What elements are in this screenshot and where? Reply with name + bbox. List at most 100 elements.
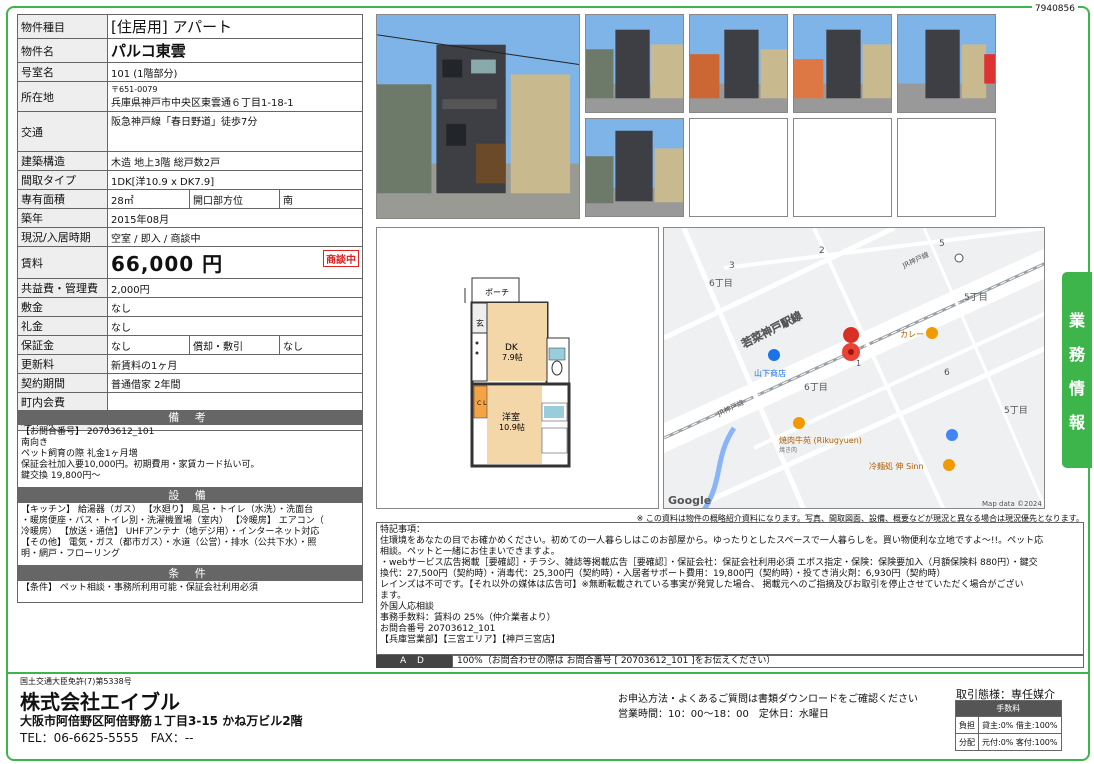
equipment-title: 設 備 (18, 489, 362, 503)
thumbnail-4[interactable] (897, 14, 996, 113)
name-label: 物件名 (17, 38, 108, 63)
map-shop-rikugyuen-sub: 焼き肉 (779, 446, 797, 454)
guarantee-value: なし (107, 335, 190, 355)
map-area-6chome-1: 6丁目 (709, 278, 733, 289)
equipment-text: 【キッチン】 給湯器（ガス） 【水廻り】 風呂・トイレ（水洗）・洗面台 ・暖房便… (21, 505, 324, 559)
conditions-title: 条 件 (18, 567, 362, 581)
name-value: パルコ東雲 (107, 38, 363, 63)
direction-label: 開口部方位 (189, 189, 280, 209)
document-id: 7940856 (1031, 4, 1078, 14)
renewal-value: 新賃料の1ヶ月 (107, 354, 363, 374)
layout-label: 間取タイプ (17, 170, 108, 190)
built-label: 築年 (17, 208, 108, 228)
fee-table: 手数料 負担 貸主:0% 借主:100% 分配 元付:0% 客付:100% (955, 700, 1062, 751)
contact-info: お申込方法・よくあるご質問は書類ダウンロードをご確認ください 営業時間：10：0… (618, 692, 918, 722)
room-label: 号室名 (17, 62, 108, 82)
side-tab-char: 業 (1068, 311, 1085, 330)
map-shop-yamashita: 山下商店 (754, 368, 786, 378)
side-tab-char: 務 (1068, 345, 1085, 364)
built-value: 2015年08月 (107, 208, 363, 228)
dk-size-label: 7.9帖 (502, 352, 523, 362)
address-label: 所在地 (17, 81, 108, 112)
key-money-value: なし (107, 316, 363, 336)
thumbnail-2[interactable] (689, 14, 788, 113)
thumbnail-image (794, 15, 891, 112)
thumbnail-empty-3 (897, 118, 996, 217)
ad-label: A D (376, 655, 452, 668)
thumbnail-3[interactable] (793, 14, 892, 113)
conditions-section: 条 件 【条件】 ペット相談・事務所利用可能・保証会社利用必須 (17, 566, 363, 603)
thumbnail-image (690, 15, 787, 112)
remarks-section: 備 考 【お問合番号】 20703612_101 南向き ペット飼育の際 礼金1… (17, 410, 363, 488)
map-number-6: 6 (944, 368, 950, 378)
common-fee-value: 2,000円 (107, 278, 363, 298)
transport-value: 阪急神戸線「春日野道」徒歩7分 (107, 111, 363, 152)
company-phone: TEL：06-6625-5555 FAX：-- (20, 731, 194, 745)
address-value: 兵庫県神戸市中央区東雲通６丁目1-18-1 (111, 97, 294, 109)
map-credit: Map data ©2024 (982, 500, 1042, 508)
amortization-value: なし (279, 335, 363, 355)
room-value: 101 (1階部分) (107, 62, 363, 82)
equipment-section: 設 備 【キッチン】 給湯器（ガス） 【水廻り】 風呂・トイレ（水洗）・洗面台 … (17, 488, 363, 566)
town-fee-value (107, 392, 363, 412)
closet-label: C L (477, 400, 487, 407)
remarks-text: 【お問合番号】 20703612_101 南向き ペット飼育の際 礼金1ヶ月増 … (21, 427, 260, 481)
map-area-5chome-2: 5丁目 (1004, 405, 1028, 416)
contact-line-1: お申込方法・よくあるご質問は書類ダウンロードをご確認ください (618, 694, 918, 705)
deposit-value: なし (107, 297, 363, 317)
thumbnail-empty-2 (793, 118, 892, 217)
thumbnail-image (586, 15, 683, 112)
ad-text: 100%（お問合わせの際は お問合番号 [ 20703612_101 ]をお伝え… (452, 655, 1084, 668)
map-number-3: 3 (729, 261, 735, 271)
structure-value: 木造 地上3階 総戸数2戸 (107, 151, 363, 171)
guarantee-label: 保証金 (17, 335, 108, 355)
deposit-label: 敷金 (17, 297, 108, 317)
map-shop-sinn: 冷麺処 伸 Sinn (869, 461, 924, 471)
company-name: 株式会社エイブル (20, 690, 180, 714)
map-drawing: 6丁目 5丁目 6丁目 5丁目 若菜神戸駅線 JR神戸線 JR神戸線 山下商店 … (664, 228, 1044, 508)
status-value: 空室 / 即入 / 商談中 (107, 227, 363, 247)
map-number-1: 1 (856, 359, 861, 368)
transport-label: 交通 (17, 111, 108, 152)
map-shop-curry: カレー (900, 330, 924, 339)
thumbnail-empty-1 (689, 118, 788, 217)
footer-divider (8, 672, 1088, 674)
ad-row: A D 100%（お問合わせの際は お問合番号 [ 20703612_101 ]… (376, 655, 1084, 668)
building-photo-image (377, 15, 579, 218)
company-address: 大阪市阿倍野区阿倍野筋１丁目3-15 かね万ビル2階 (20, 714, 303, 728)
type-label: 物件種目 (17, 14, 108, 39)
direction-value: 南 (279, 189, 363, 209)
map-shop-rikugyuen: 焼肉牛苑 (Rikugyuen) (779, 435, 862, 445)
status-label: 現況/入居時期 (17, 227, 108, 247)
main-photo[interactable] (376, 14, 580, 219)
location-map[interactable]: 6丁目 5丁目 6丁目 5丁目 若菜神戸駅線 JR神戸線 JR神戸線 山下商店 … (663, 227, 1045, 509)
rent-label: 賃料 (17, 246, 108, 279)
map-area-6chome-2: 6丁目 (804, 382, 828, 393)
area-value: 28㎡ (107, 189, 190, 209)
contract-value: 普通借家 2年間 (107, 373, 363, 393)
porch-label: ポーチ (485, 288, 509, 297)
business-hours: 営業時間：10：00～18：00 定休日：水曜日 (618, 709, 829, 720)
thumbnail-1[interactable] (585, 14, 684, 113)
floor-plan[interactable]: ポーチ 玄 DK 7.9帖 C L 洋室 10.9帖 (376, 227, 659, 509)
map-area-5chome-1: 5丁目 (964, 292, 988, 303)
address-cell: 〒651-0079 兵庫県神戸市中央区東雲通６丁目1-18-1 (107, 81, 363, 112)
burden-label: 負担 (955, 716, 979, 734)
layout-value: 1DK[洋10.9 x DK7.9] (107, 170, 363, 190)
business-info-tab[interactable]: 業 務 情 報 (1062, 272, 1092, 468)
renewal-label: 更新料 (17, 354, 108, 374)
thumbnail-5[interactable] (585, 118, 684, 217)
zip-code: 〒651-0079 (111, 84, 158, 94)
thumbnail-image (586, 119, 683, 216)
contract-label: 契約期間 (17, 373, 108, 393)
amortization-label: 償却・敷引 (189, 335, 280, 355)
western-size-label: 10.9帖 (499, 422, 525, 432)
special-notes: 特記事項： 住環境をあなたの目でお確かめください。初めての一人暮らしはこのお部屋… (376, 522, 1084, 655)
structure-label: 建築構造 (17, 151, 108, 171)
map-number-5: 5 (939, 239, 945, 249)
side-tab-char: 報 (1068, 413, 1085, 432)
rent-value: 66,000 円 (111, 252, 224, 276)
genkan-label: 玄 (476, 318, 484, 328)
fee-header: 手数料 (955, 700, 1062, 717)
map-number-2: 2 (819, 246, 825, 256)
